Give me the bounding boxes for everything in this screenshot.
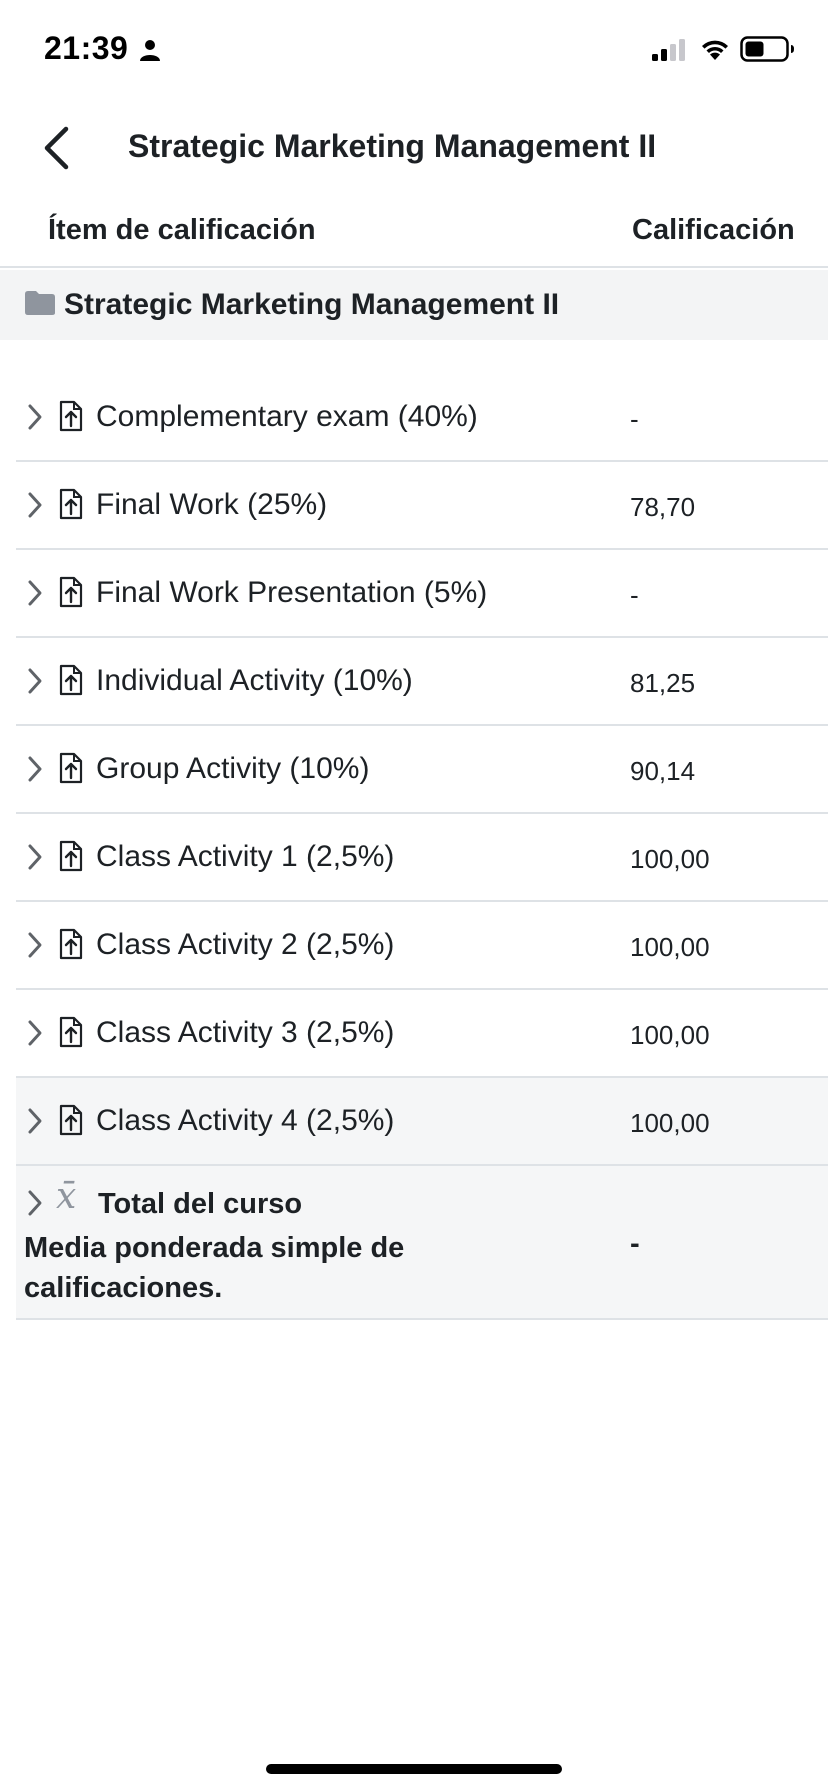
grade-item-row[interactable]: Final Work (25%) 78,70	[16, 462, 828, 550]
category-row: Strategic Marketing Management II	[0, 270, 828, 340]
person-icon	[140, 40, 160, 61]
grade-item-row[interactable]: Class Activity 2 (2,5%) 100,00	[16, 902, 828, 990]
back-button[interactable]	[36, 120, 76, 176]
grade-item-value: 90,14	[630, 756, 696, 786]
page-title: Strategic Marketing Management II	[128, 128, 657, 164]
grade-item-value: 100,00	[630, 1020, 710, 1050]
grade-item-row[interactable]: Group Activity (10%) 90,14	[16, 726, 828, 814]
chevron-right-icon[interactable]	[26, 754, 44, 784]
wifi-icon	[702, 40, 728, 60]
grade-item-row[interactable]: Class Activity 4 (2,5%) 100,00	[16, 1078, 828, 1166]
assignment-icon	[59, 752, 83, 784]
grades-table-header: Ítem de calificación Calificación	[0, 196, 828, 268]
column-header-grade: Calificación	[632, 214, 795, 246]
grades-list: Complementary exam (40%) - Final Work (2…	[16, 374, 828, 1166]
grade-item-name[interactable]: Class Activity 3 (2,5%)	[96, 1016, 394, 1050]
grade-item-name[interactable]: Complementary exam (40%)	[96, 400, 478, 434]
status-time: 21:39	[44, 30, 129, 66]
grade-item-name[interactable]: Final Work (25%)	[96, 488, 327, 522]
signal-icon	[652, 39, 685, 61]
grade-item-row[interactable]: Class Activity 1 (2,5%) 100,00	[16, 814, 828, 902]
category-label: Strategic Marketing Management II	[64, 288, 560, 321]
course-total-description: Media ponderada simple de calificaciones…	[24, 1232, 405, 1304]
home-indicator	[266, 1764, 562, 1774]
folder-icon	[25, 291, 55, 315]
assignment-icon	[59, 928, 83, 960]
course-total-row[interactable]: x̄ Total del curso Media ponderada simpl…	[16, 1166, 828, 1320]
grade-item-row[interactable]: Class Activity 3 (2,5%) 100,00	[16, 990, 828, 1078]
chevron-right-icon[interactable]	[26, 490, 44, 520]
grade-item-name[interactable]: Class Activity 2 (2,5%)	[96, 928, 394, 962]
chevron-right-icon[interactable]	[26, 930, 44, 960]
grade-item-value: 100,00	[630, 844, 710, 874]
chevron-right-icon[interactable]	[26, 1106, 44, 1136]
assignment-icon	[59, 840, 83, 872]
course-total-title: Total del curso	[98, 1188, 303, 1220]
grade-item-name[interactable]: Individual Activity (10%)	[96, 664, 413, 698]
assignment-icon	[59, 400, 83, 432]
column-header-item: Ítem de calificación	[48, 214, 316, 246]
course-total-grade: -	[630, 1228, 640, 1260]
battery-icon	[740, 36, 794, 62]
grade-item-value: -	[630, 580, 639, 610]
chevron-right-icon[interactable]	[26, 1018, 44, 1048]
nav-header: Strategic Marketing Management II	[0, 110, 828, 186]
grade-item-row[interactable]: Individual Activity (10%) 81,25	[16, 638, 828, 726]
chevron-right-icon[interactable]	[26, 402, 44, 432]
grade-item-value: -	[630, 404, 639, 434]
grade-item-name[interactable]: Final Work Presentation (5%)	[96, 576, 487, 610]
assignment-icon	[59, 1016, 83, 1048]
grade-item-row[interactable]: Final Work Presentation (5%) -	[16, 550, 828, 638]
assignment-icon	[59, 664, 83, 696]
grade-item-name[interactable]: Class Activity 4 (2,5%)	[96, 1104, 394, 1138]
status-bar: 21:39	[0, 0, 828, 100]
grade-item-value: 100,00	[630, 1108, 710, 1138]
grade-item-name[interactable]: Class Activity 1 (2,5%)	[96, 840, 394, 874]
assignment-icon	[59, 1104, 83, 1136]
mean-icon: x̄	[56, 1176, 77, 1217]
grade-item-value: 81,25	[630, 668, 696, 698]
assignment-icon	[59, 576, 83, 608]
chevron-right-icon[interactable]	[26, 666, 44, 696]
chevron-left-icon	[44, 126, 69, 170]
grade-item-row[interactable]: Complementary exam (40%) -	[16, 374, 828, 462]
grade-item-value: 100,00	[630, 932, 710, 962]
chevron-right-icon[interactable]	[26, 578, 44, 608]
grade-item-name[interactable]: Group Activity (10%)	[96, 752, 369, 786]
assignment-icon	[59, 488, 83, 520]
chevron-right-icon[interactable]	[26, 1188, 44, 1218]
grade-item-value: 78,70	[630, 492, 696, 522]
chevron-right-icon[interactable]	[26, 842, 44, 872]
